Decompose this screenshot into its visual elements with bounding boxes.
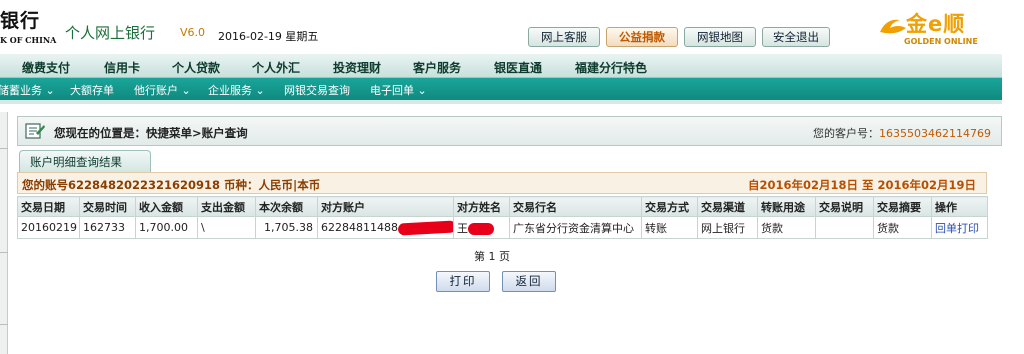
primary-nav: 缴费支付 信用卡 个人贷款 个人外汇 投资理财 客户服务 银医直通 福建分行特色	[0, 54, 1002, 78]
subnav-transaction-query[interactable]: 网银交易查询	[284, 82, 350, 98]
table-row: 20160219 162733 1,700.00 \ 1,705.38 6228…	[17, 216, 988, 239]
receipt-print-link[interactable]: 回单打印	[931, 216, 988, 239]
column-header: 交易时间	[79, 196, 136, 217]
column-header: 交易渠道	[697, 196, 758, 217]
left-sidebar-edge[interactable]	[0, 112, 8, 354]
location-bar: 您现在的位置是：快捷菜单>账户查询 您的客户号：1635503462114769	[17, 116, 1002, 146]
subnav-large-deposit[interactable]: 大额存单	[70, 82, 114, 98]
subnav-e-receipt[interactable]: 电子回单 ⌄	[370, 82, 427, 98]
redaction-mark	[468, 222, 494, 235]
logo-subtext: GOLDEN ONLINE	[904, 37, 978, 46]
bank-english-name: K OF CHINA	[0, 35, 57, 45]
subnav-enterprise[interactable]: 企业服务 ⌄	[208, 82, 265, 98]
logo-text: 金e顺	[906, 12, 966, 36]
nav-payment[interactable]: 缴费支付	[22, 59, 70, 76]
cell-counter-name: 王	[453, 216, 510, 239]
print-button[interactable]: 打印	[436, 271, 490, 292]
cell-counter-account: 62284811488	[317, 216, 454, 239]
date-range: 自2016年02月18日 至 2016年02月19日	[747, 178, 976, 192]
cell-purpose: 货款	[757, 216, 816, 239]
cell-income: 1,700.00	[135, 216, 198, 239]
cell-bank-name: 广东省分行资金清算中心	[509, 216, 642, 239]
column-header: 本次余额	[255, 196, 318, 217]
back-button[interactable]: 返回	[502, 271, 556, 292]
bank-map-button[interactable]: 网银地图	[684, 27, 756, 47]
column-header: 支出金额	[197, 196, 256, 217]
cell-note	[815, 216, 874, 239]
column-header: 交易方式	[641, 196, 698, 217]
cell-summary: 货款	[873, 216, 932, 239]
account-summary-bar: 您的账号6228482022321620918 币种：人民币|本币 自2016年…	[17, 172, 987, 194]
location-breadcrumb: 您现在的位置是：快捷菜单>账户查询	[54, 126, 248, 140]
nav-fujian-special[interactable]: 福建分行特色	[575, 59, 647, 76]
column-header: 收入金额	[135, 196, 198, 217]
column-header: 对方账户	[317, 196, 454, 217]
counter-name-text: 王	[457, 221, 468, 235]
cell-channel: 网上银行	[697, 216, 758, 239]
column-header: 对方姓名	[453, 196, 510, 217]
secondary-nav: 储蓄业务 ⌄ 大额存单 他行账户 ⌄ 企业服务 ⌄ 网银交易查询 电子回单 ⌄	[0, 78, 1002, 100]
nav-investment[interactable]: 投资理财	[333, 59, 381, 76]
subnav-e-receipt-label: 电子回单	[370, 84, 414, 97]
online-service-button[interactable]: 网上客服	[528, 27, 600, 47]
subnav-large-deposit-label: 大额存单	[70, 84, 114, 97]
subnav-savings[interactable]: 储蓄业务 ⌄	[0, 82, 55, 98]
subnav-enterprise-label: 企业服务	[208, 84, 252, 97]
current-date: 2016-02-19 星期五	[218, 30, 319, 43]
nav-customer-service[interactable]: 客户服务	[413, 59, 461, 76]
transaction-table: 交易日期 交易时间 收入金额 支出金额 本次余额 对方账户 对方姓名 交易行名 …	[17, 196, 988, 239]
column-header: 交易日期	[17, 196, 80, 217]
safe-exit-button[interactable]: 安全退出	[762, 27, 830, 47]
logo-swirl-icon	[880, 19, 906, 34]
cell-date: 20160219	[17, 216, 80, 239]
sidebar-divider	[0, 252, 8, 253]
tab-account-detail-result[interactable]: 账户明细查询结果	[19, 150, 151, 172]
table-header-row: 交易日期 交易时间 收入金额 支出金额 本次余额 对方账户 对方姓名 交易行名 …	[17, 196, 988, 217]
cell-method: 转账	[641, 216, 698, 239]
nav-forex[interactable]: 个人外汇	[252, 59, 300, 76]
cell-balance: 1,705.38	[255, 216, 318, 239]
cell-time: 162733	[79, 216, 136, 239]
subnav-other-bank[interactable]: 他行账户 ⌄	[134, 82, 191, 98]
column-header: 交易行名	[509, 196, 642, 217]
sidebar-divider	[0, 148, 8, 149]
column-header: 转账用途	[757, 196, 816, 217]
nav-medical[interactable]: 银医直通	[494, 59, 542, 76]
subnav-savings-label: 储蓄业务	[0, 84, 42, 97]
redaction-mark	[397, 220, 453, 236]
app-version: V6.0	[180, 26, 206, 39]
account-info: 您的账号6228482022321620918 币种：人民币|本币	[22, 178, 321, 192]
customer-number-value: 1635503462114769	[879, 127, 991, 140]
nav-personal-loan[interactable]: 个人贷款	[172, 59, 220, 76]
counter-account-text: 62284811488	[321, 221, 398, 234]
nav-credit-card[interactable]: 信用卡	[104, 59, 140, 76]
golden-online-logo: 金e顺 GOLDEN ONLINE	[878, 8, 998, 52]
header: 银行 K OF CHINA 个人网上银行 V6.0 2016-02-19 星期五…	[0, 0, 1024, 54]
nav-divider	[0, 100, 1002, 104]
subnav-other-bank-label: 他行账户	[134, 84, 178, 97]
column-header: 操作	[931, 196, 988, 217]
bank-name: 银行	[0, 10, 41, 32]
page-indicator: 第 1 页	[474, 250, 510, 263]
location-icon	[25, 123, 45, 139]
cell-expense: \	[197, 216, 256, 239]
column-header: 交易说明	[815, 196, 874, 217]
customer-number-label: 您的客户号：	[813, 127, 880, 140]
app-title: 个人网上银行	[65, 24, 156, 42]
column-header: 交易摘要	[873, 196, 932, 217]
subnav-transaction-query-label: 网银交易查询	[284, 84, 350, 97]
sidebar-divider	[0, 324, 8, 325]
charity-donation-button[interactable]: 公益捐款	[606, 27, 678, 47]
customer-number: 您的客户号：1635503462114769	[813, 125, 991, 141]
